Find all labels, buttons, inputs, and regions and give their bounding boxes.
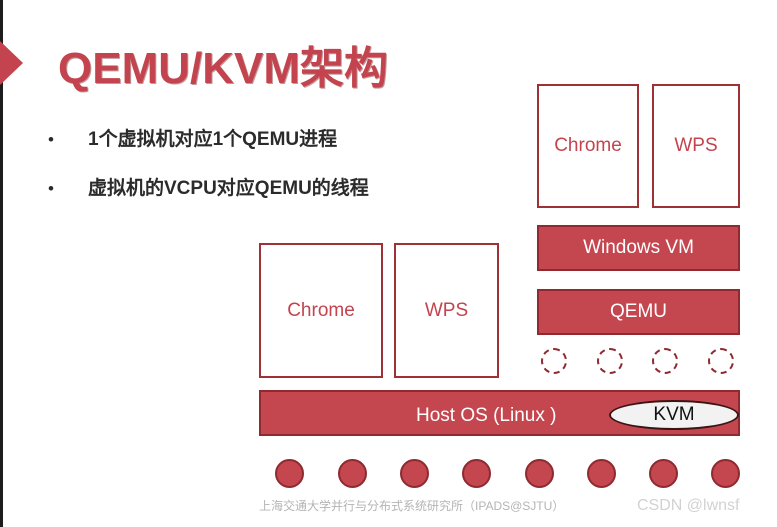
host-os-label: Host OS (Linux ) xyxy=(416,405,557,426)
list-item: • 虚拟机的VCPU对应QEMU的线程 xyxy=(48,173,508,200)
slide-canvas: QEMU/KVM架构 • 1个虚拟机对应1个QEMU进程 • 虚拟机的VCPU对… xyxy=(0,0,777,527)
windows-vm-bar: Windows VM xyxy=(537,225,740,271)
footer-credit: 上海交通大学并行与分布式系统研究所（IPADS@SJTU） xyxy=(259,499,565,513)
kvm-module-oval: KVM xyxy=(609,400,739,430)
cpu-core-dot xyxy=(649,459,678,488)
vcpu-thread-circle xyxy=(652,348,678,374)
host-app-box-chrome: Chrome xyxy=(259,243,383,378)
bullet-dot-icon: • xyxy=(48,179,54,198)
page-title: QEMU/KVM架构 xyxy=(58,44,388,93)
bullet-text: 虚拟机的VCPU对应QEMU的线程 xyxy=(88,178,369,199)
cpu-core-dot xyxy=(400,459,429,488)
bullet-list: • 1个虚拟机对应1个QEMU进程 • 虚拟机的VCPU对应QEMU的线程 xyxy=(48,124,508,222)
cpu-core-dot xyxy=(587,459,616,488)
bullet-text: 1个虚拟机对应1个QEMU进程 xyxy=(88,129,338,150)
cpu-core-dot xyxy=(275,459,304,488)
qemu-bar: QEMU xyxy=(537,289,740,335)
vcpu-thread-circle xyxy=(708,348,734,374)
title-arrow-icon xyxy=(0,41,23,85)
cpu-core-dot xyxy=(525,459,554,488)
vcpu-thread-circle xyxy=(597,348,623,374)
cpu-core-dot xyxy=(338,459,367,488)
list-item: • 1个虚拟机对应1个QEMU进程 xyxy=(48,124,508,151)
host-app-box-wps: WPS xyxy=(394,243,499,378)
watermark: CSDN @lwnsf xyxy=(637,497,740,514)
cpu-core-dot xyxy=(711,459,740,488)
vcpu-thread-circle xyxy=(541,348,567,374)
host-os-bar: Host OS (Linux ) KVM xyxy=(259,390,740,436)
cpu-core-dot xyxy=(462,459,491,488)
guest-app-box-chrome: Chrome xyxy=(537,84,639,208)
guest-app-box-wps: WPS xyxy=(652,84,740,208)
bullet-dot-icon: • xyxy=(48,130,54,149)
